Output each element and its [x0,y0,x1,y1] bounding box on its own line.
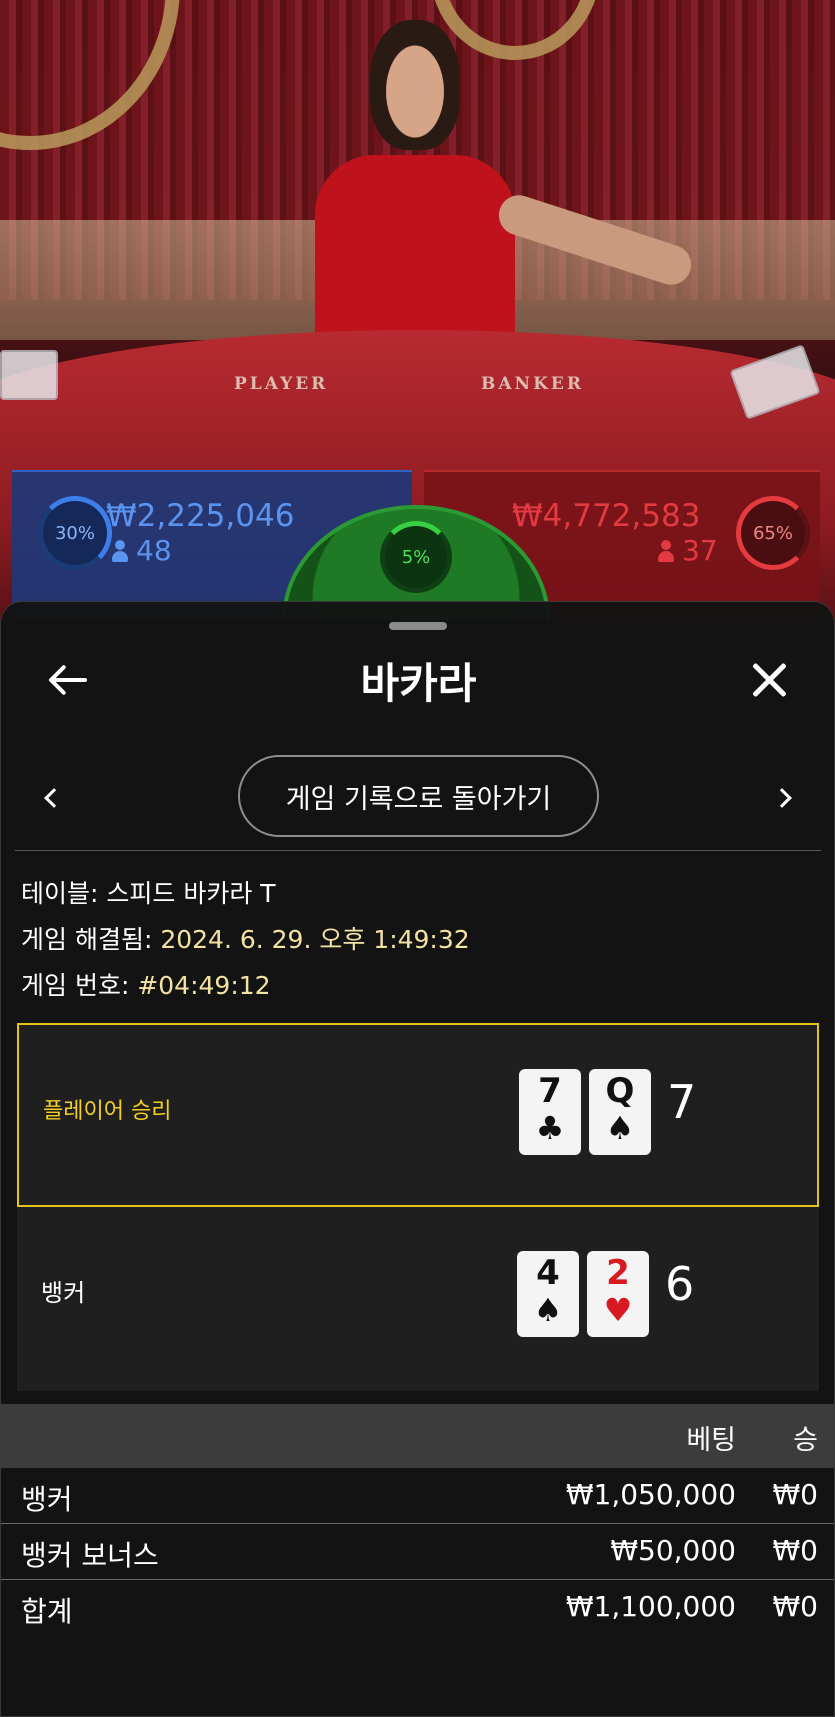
game-number-value: #04:49:12 [137,971,271,1000]
chevron-left-icon [44,788,64,808]
resolved-value: 2024. 6. 29. 오후 1:49:32 [160,925,470,954]
playing-card: 4 ♠ [517,1251,579,1337]
game-number-info: 게임 번호: #04:49:12 [21,966,271,1002]
player-bettor-count: 48 [112,534,172,567]
player-bet-amount: ₩2,225,046 [106,498,295,534]
game-detail-sheet: 바카라 게임 기록으로 돌아가기 테이블: 스피드 바카라 T 게임 해결됨: … [0,601,835,1717]
divider [15,850,821,851]
dealer [305,20,697,355]
banker-result: 뱅커 4 ♠ 2 ♥ 6 [17,1207,819,1391]
next-game-button[interactable] [771,783,801,813]
playing-card: 2 ♥ [587,1251,649,1337]
bet-column-header: 베팅 [686,1425,736,1456]
banker-score: 6 [665,1257,695,1311]
table-info: 테이블: 스피드 바카라 T [21,874,276,910]
previous-game-button[interactable] [37,783,67,813]
person-icon [112,540,128,562]
player-result: 플레이어 승리 7 ♣ Q ♠ 7 [17,1023,819,1207]
resolved-info: 게임 해결됨: 2024. 6. 29. 오후 1:49:32 [21,920,470,956]
banker-bettor-count: 37 [658,534,718,567]
card-shoe [0,350,58,400]
person-icon [658,540,674,562]
player-percent-ring: 30% [38,496,112,570]
banker-result-label: 뱅커 [41,1279,86,1307]
playing-card: Q ♠ [589,1069,651,1155]
sheet-drag-handle[interactable] [389,622,447,630]
tie-percent-ring: 5% [380,521,452,593]
playing-card: 7 ♣ [519,1069,581,1155]
banker-percent-ring: 65% [736,496,810,570]
table-row-total: 합계 ₩1,100,000 ₩0 [21,1590,818,1628]
game-number-label: 게임 번호: [21,971,130,1000]
table-row: 뱅커 ₩1,050,000 ₩0 [1,1468,834,1524]
win-column-header: 승 [793,1425,818,1456]
table-info-label: 테이블: [21,879,99,908]
player-score: 7 [667,1075,697,1129]
table-label-player: PLAYER [234,374,329,394]
live-video-background: PLAYER BANKER 30% ₩2,225,046 48 ₩4,772,5… [0,0,835,620]
banker-bet-amount: ₩4,772,583 [512,498,701,534]
back-to-history-button[interactable]: 게임 기록으로 돌아가기 [238,755,599,837]
sheet-title: 바카라 [360,659,477,708]
table-row: 뱅커 보너스 ₩50,000 ₩0 [1,1524,834,1580]
player-result-label: 플레이어 승리 [43,1099,172,1124]
bets-table-header: 베팅 승 [1,1404,834,1468]
table-label-banker: BANKER [481,374,584,394]
resolved-label: 게임 해결됨: [21,925,153,954]
close-icon[interactable] [745,656,793,704]
table-info-value: 스피드 바카라 T [106,879,276,908]
chevron-right-icon [772,788,792,808]
